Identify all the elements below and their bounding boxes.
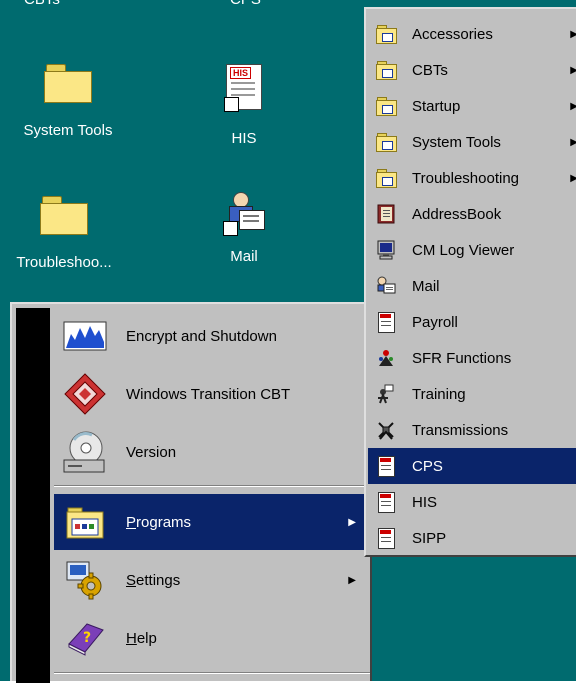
desktop-icon-label: HIS bbox=[231, 130, 257, 147]
document-icon bbox=[374, 491, 398, 513]
mail-icon bbox=[374, 275, 398, 297]
svg-text:?: ? bbox=[83, 630, 91, 646]
start-item-label: Programs bbox=[126, 513, 192, 531]
folder-icon bbox=[374, 167, 398, 189]
settings-icon bbox=[62, 560, 108, 600]
programs-item-label: CM Log Viewer bbox=[412, 241, 515, 259]
desktop-icon-label: System Tools bbox=[23, 122, 113, 139]
programs-item-label: HIS bbox=[412, 493, 438, 511]
folder-icon bbox=[374, 131, 398, 153]
mail-shortcut-icon: ↗ bbox=[223, 192, 265, 236]
submenu-arrow-icon: ▶ bbox=[570, 136, 576, 148]
programs-item-mail[interactable]: Mail bbox=[368, 268, 576, 304]
programs-item-label: Training bbox=[412, 385, 466, 403]
help-book-icon: ? bbox=[62, 618, 108, 658]
programs-item-label: Mail bbox=[412, 277, 440, 295]
submenu-arrow-icon: ▶ bbox=[570, 28, 576, 40]
document-icon bbox=[374, 527, 398, 549]
desktop-cut-label-cps: CPS bbox=[230, 0, 261, 8]
programs-item-cps[interactable]: CPS bbox=[368, 448, 576, 484]
monitor-icon bbox=[374, 239, 398, 261]
document-icon bbox=[374, 455, 398, 477]
desktop-icon-his[interactable]: HIS ↗ HIS bbox=[184, 64, 304, 147]
programs-item-label: CBTs bbox=[412, 61, 448, 79]
folder-icon bbox=[374, 59, 398, 81]
programs-item-label: Startup bbox=[412, 97, 461, 115]
programs-item-label: CPS bbox=[412, 457, 443, 475]
programs-item-sipp[interactable]: SIPP bbox=[368, 520, 576, 556]
programs-item-label: Transmissions bbox=[412, 421, 509, 439]
desktop-icon-label: Mail bbox=[230, 248, 258, 265]
programs-item-label: System Tools bbox=[412, 133, 501, 151]
start-item-label: Version bbox=[126, 443, 177, 461]
training-icon bbox=[374, 383, 398, 405]
programs-item-cbts[interactable]: CBTs ▶ bbox=[368, 52, 576, 88]
start-item-label: Settings bbox=[126, 571, 181, 589]
folder-icon bbox=[374, 95, 398, 117]
start-item-version[interactable]: Version bbox=[54, 424, 370, 480]
folder-icon bbox=[40, 196, 88, 235]
satellite-icon bbox=[374, 419, 398, 441]
desktop-icon-system-tools[interactable]: System Tools bbox=[8, 64, 128, 139]
folder-icon bbox=[374, 23, 398, 45]
sfr-icon bbox=[374, 347, 398, 369]
start-item-label: Windows Transition CBT bbox=[126, 385, 291, 403]
desktop-icon-troubleshooting[interactable]: Troubleshoo... bbox=[4, 196, 124, 271]
start-item-windows-transition-cbt[interactable]: Windows Transition CBT bbox=[54, 366, 370, 422]
programs-item-label: Payroll bbox=[412, 313, 458, 331]
start-menu-side-banner bbox=[16, 308, 50, 683]
address-book-icon bbox=[374, 203, 398, 225]
submenu-arrow-icon: ▶ bbox=[348, 574, 356, 586]
start-menu-separator bbox=[54, 672, 370, 674]
programs-item-his[interactable]: HIS bbox=[368, 484, 576, 520]
start-menu: Encrypt and Shutdown Windows Transition … bbox=[10, 302, 372, 683]
desktop-icon-mail[interactable]: ↗ Mail bbox=[184, 192, 304, 265]
programs-item-accessories[interactable]: Accessories ▶ bbox=[368, 16, 576, 52]
transition-cbt-icon bbox=[62, 373, 108, 415]
start-item-encrypt-shutdown[interactable]: Encrypt and Shutdown bbox=[54, 308, 370, 364]
folder-icon bbox=[44, 64, 92, 103]
start-item-help[interactable]: ? Help bbox=[54, 610, 370, 666]
desktop-icon-label: Troubleshoo... bbox=[16, 254, 112, 271]
programs-item-label: SIPP bbox=[412, 529, 447, 547]
programs-item-payroll[interactable]: Payroll bbox=[368, 304, 576, 340]
submenu-arrow-icon: ▶ bbox=[348, 516, 356, 528]
programs-item-troubleshooting[interactable]: Troubleshooting ▶ bbox=[368, 160, 576, 196]
programs-item-label: AddressBook bbox=[412, 205, 502, 223]
submenu-arrow-icon: ▶ bbox=[570, 172, 576, 184]
document-shortcut-icon: HIS ↗ bbox=[224, 64, 264, 112]
start-menu-separator bbox=[54, 485, 370, 487]
programs-item-addressbook[interactable]: AddressBook bbox=[368, 196, 576, 232]
start-item-label: Help bbox=[126, 629, 157, 647]
submenu-arrow-icon: ▶ bbox=[570, 100, 576, 112]
programs-folder-icon bbox=[62, 502, 108, 542]
start-item-programs[interactable]: Programs ▶ bbox=[54, 494, 370, 550]
programs-item-label: Troubleshooting bbox=[412, 169, 520, 187]
programs-item-label: Accessories bbox=[412, 25, 493, 43]
submenu-arrow-icon: ▶ bbox=[570, 64, 576, 76]
shortcut-arrow-icon: ↗ bbox=[224, 97, 239, 112]
programs-item-training[interactable]: Training bbox=[368, 376, 576, 412]
programs-item-cm-log-viewer[interactable]: CM Log Viewer bbox=[368, 232, 576, 268]
programs-submenu: Accessories ▶ CBTs ▶ Startup ▶ System To… bbox=[364, 7, 576, 557]
start-item-settings[interactable]: Settings ▶ bbox=[54, 552, 370, 608]
programs-item-sfr-functions[interactable]: SFR Functions bbox=[368, 340, 576, 376]
programs-item-system-tools[interactable]: System Tools ▶ bbox=[368, 124, 576, 160]
programs-item-startup[interactable]: Startup ▶ bbox=[368, 88, 576, 124]
encrypt-shutdown-icon bbox=[62, 316, 108, 356]
desktop-cut-label-cbts: CBTs bbox=[24, 0, 60, 8]
programs-item-label: SFR Functions bbox=[412, 349, 512, 367]
programs-item-transmissions[interactable]: Transmissions bbox=[368, 412, 576, 448]
start-item-label: Encrypt and Shutdown bbox=[126, 327, 277, 345]
shortcut-arrow-icon: ↗ bbox=[223, 221, 238, 236]
document-icon bbox=[374, 311, 398, 333]
cd-drive-icon bbox=[62, 431, 108, 473]
